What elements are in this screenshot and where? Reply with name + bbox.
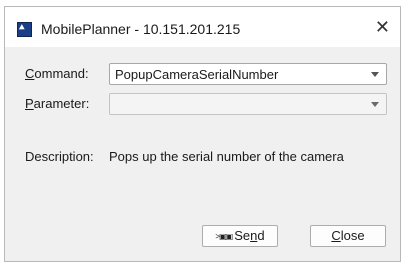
title-bar[interactable]: MobilePlanner - 10.151.201.215 ✕ [5, 7, 400, 47]
window-title: MobilePlanner - 10.151.201.215 [41, 21, 241, 37]
parameter-label-rest: arameter: [33, 96, 90, 111]
command-label: Command: [25, 66, 89, 81]
send-arrow-icon: >▣▣ [215, 231, 233, 241]
description-label: Description: [25, 149, 94, 164]
parameter-label-mnemonic: P [25, 96, 34, 111]
command-dropdown[interactable]: PopupCameraSerialNumber [109, 63, 387, 85]
close-icon[interactable]: ✕ [375, 18, 390, 36]
mobileplanner-app-icon [17, 22, 32, 37]
description-text: Pops up the serial number of the camera [109, 149, 344, 164]
send-label-after: d [257, 228, 265, 243]
close-label-rest: lose [340, 228, 365, 243]
close-button[interactable]: Close [310, 225, 386, 247]
command-label-rest: ommand: [34, 66, 89, 81]
dialog-window: MobilePlanner - 10.151.201.215 ✕ Command… [4, 6, 401, 262]
parameter-dropdown[interactable] [109, 93, 387, 115]
command-dropdown-value: PopupCameraSerialNumber [115, 67, 279, 82]
send-label-before: Se [234, 228, 251, 243]
send-button[interactable]: >▣▣ Send [202, 225, 278, 247]
command-label-mnemonic: C [25, 66, 35, 81]
close-label-mnemonic: C [331, 228, 341, 243]
parameter-label: Parameter: [25, 96, 89, 111]
chevron-down-icon[interactable] [371, 72, 379, 77]
chevron-down-icon[interactable] [371, 102, 379, 107]
